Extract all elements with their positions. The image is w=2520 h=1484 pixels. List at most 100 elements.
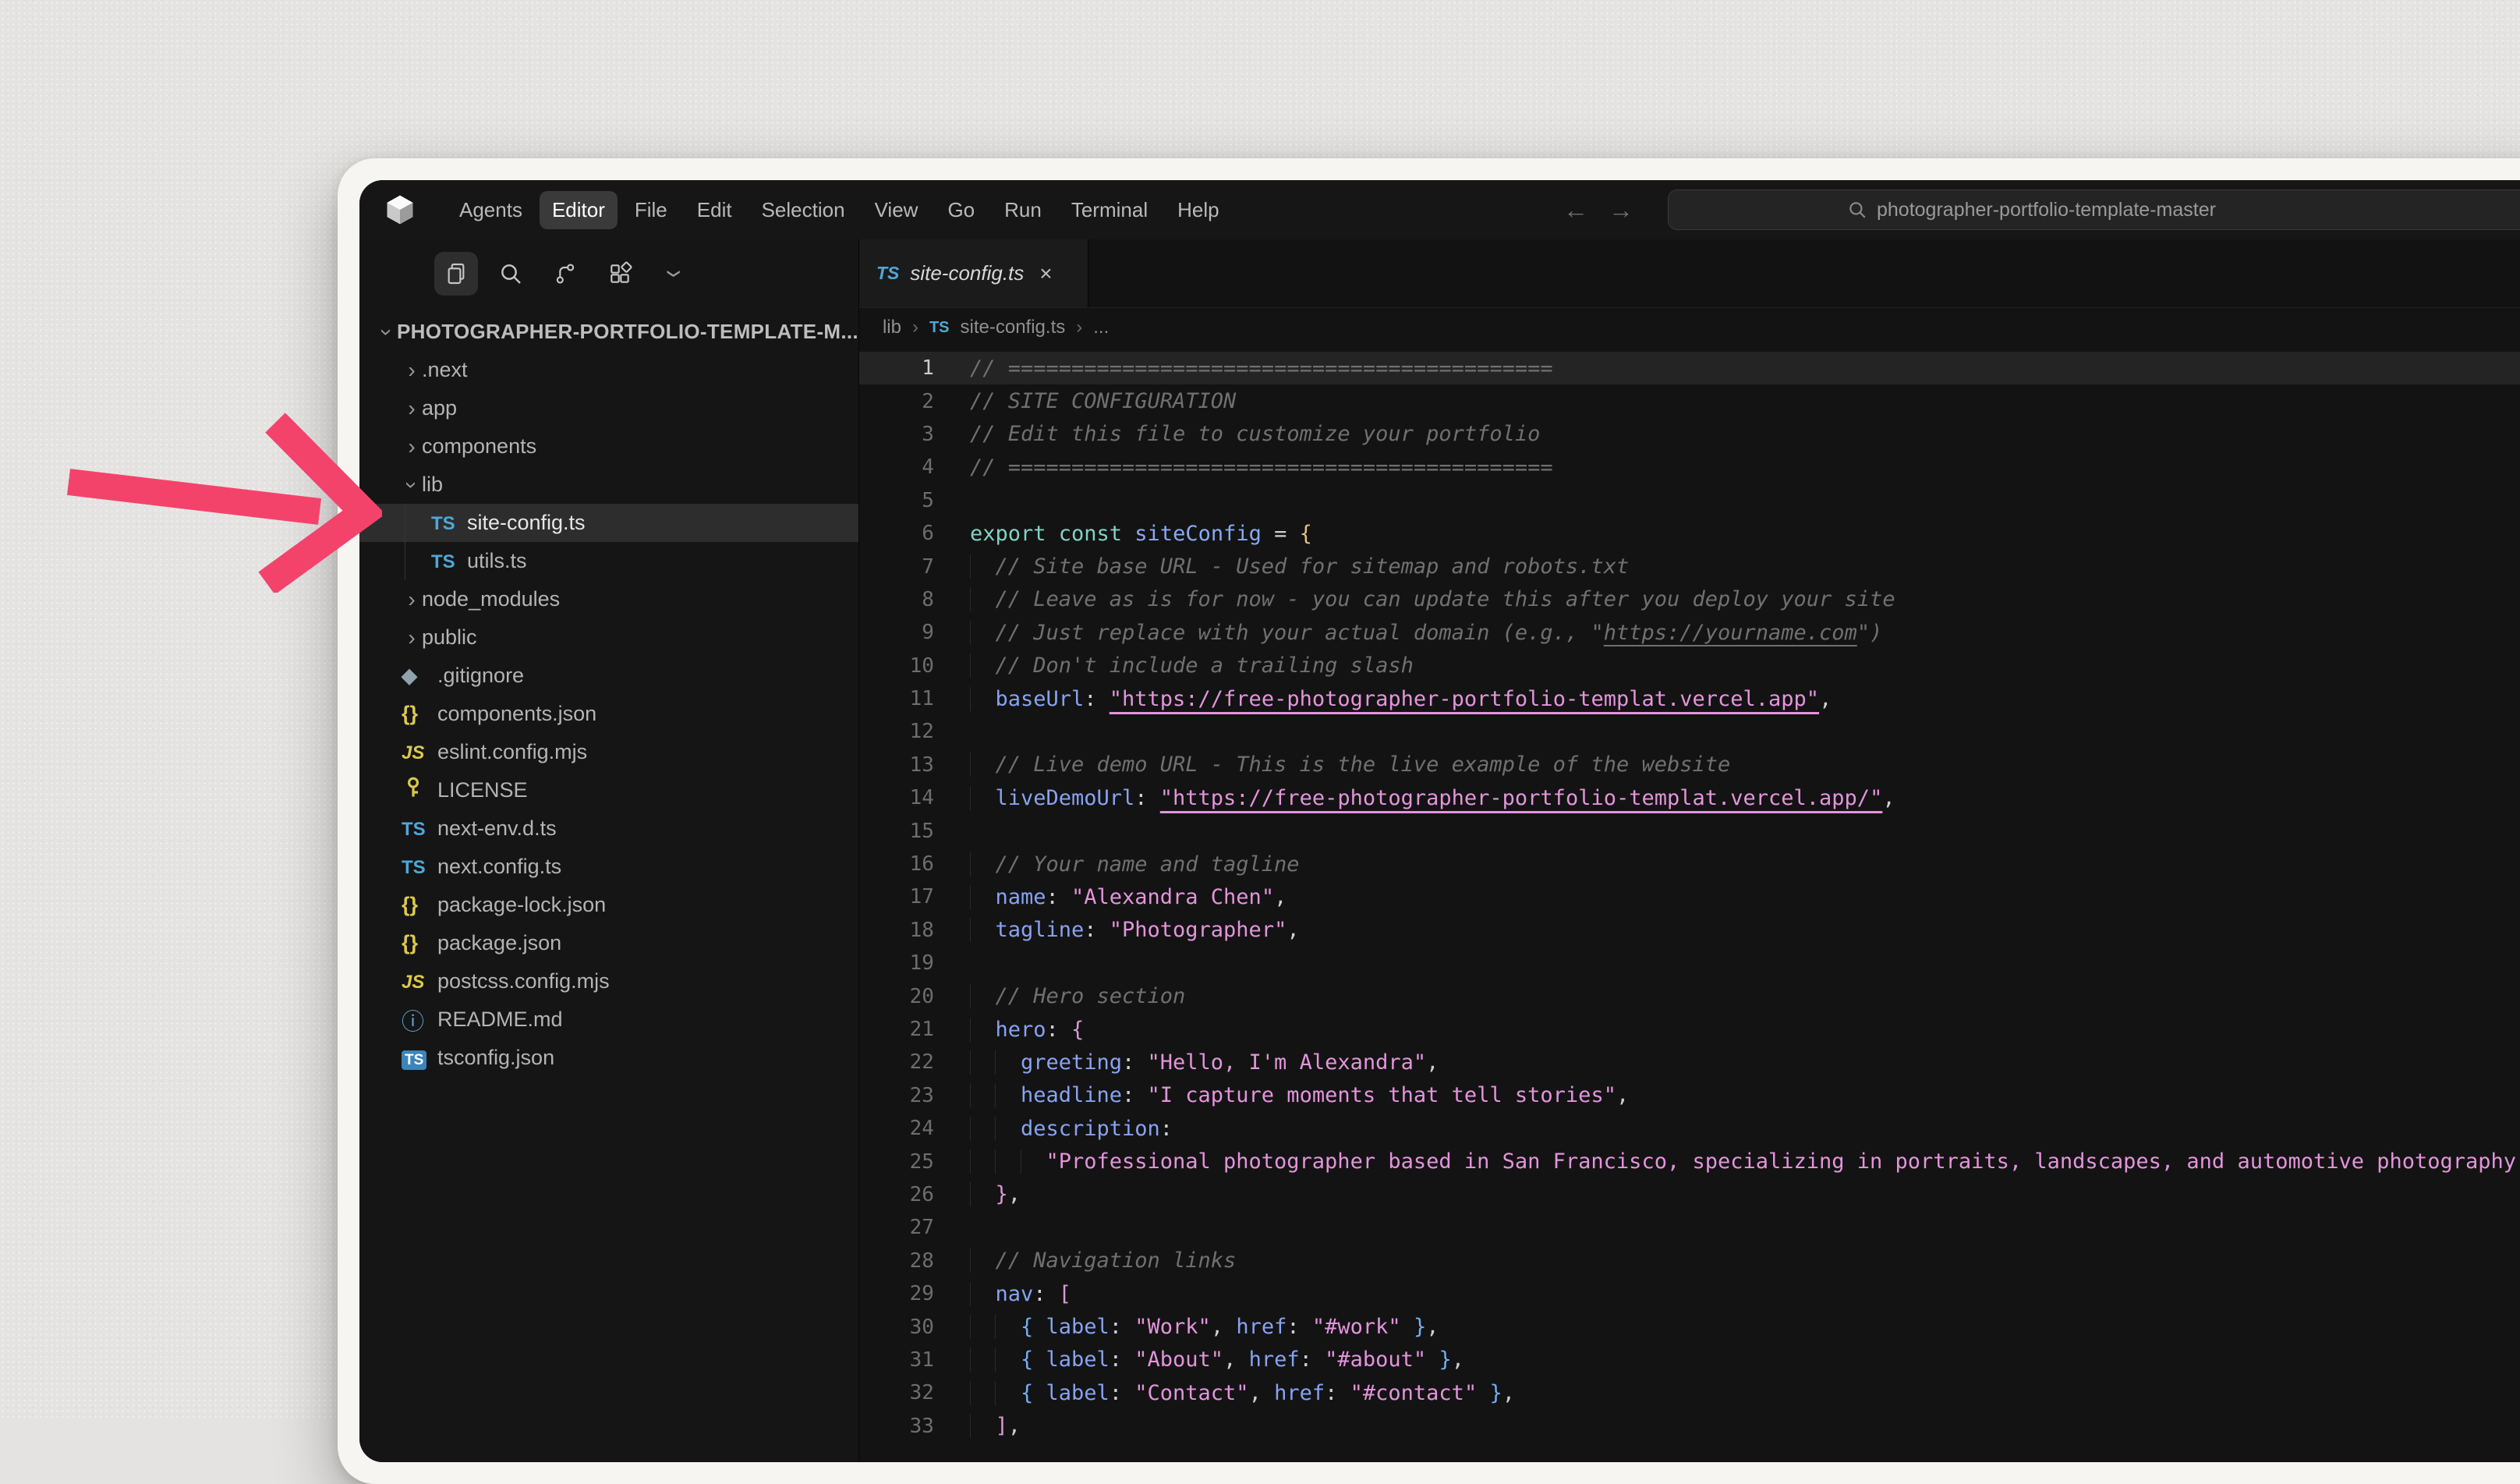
- code-line-15[interactable]: 15: [859, 814, 2520, 847]
- folder-.next[interactable]: › .next: [359, 351, 858, 389]
- file-utils.ts[interactable]: TS utils.ts: [359, 542, 858, 580]
- file-label: eslint.config.mjs: [437, 740, 588, 763]
- close-tab-icon[interactable]: ×: [1039, 261, 1052, 286]
- forward-arrow-icon[interactable]: →: [1609, 196, 1633, 225]
- command-search[interactable]: [1668, 189, 2520, 230]
- line-content: nav: [: [934, 1281, 1071, 1306]
- ts-file-icon: TS: [431, 551, 455, 572]
- code-line-1[interactable]: 1 // ====================================…: [858, 352, 2520, 385]
- code-line-32[interactable]: 32{ label: "Contact", href: "#contact" }…: [859, 1376, 2520, 1409]
- chevron-down-icon[interactable]: ›: [653, 252, 696, 296]
- explorer-icon[interactable]: [434, 252, 478, 296]
- code-line-11[interactable]: 11 baseUrl: "https://free-photographer-po…: [859, 682, 2520, 715]
- folder-lib[interactable]: › lib: [359, 466, 858, 504]
- code-line-10[interactable]: 10 // Don't include a trailing slash: [859, 650, 2520, 682]
- menu-file[interactable]: File: [622, 191, 680, 229]
- line-content: // Hero section: [934, 984, 1185, 1009]
- chevron-icon: ›: [408, 395, 416, 420]
- code-line-8[interactable]: 8 // Leave as is for now - you can update…: [859, 583, 2520, 616]
- indent-guide: [969, 1248, 996, 1273]
- menu-go[interactable]: Go: [935, 191, 987, 229]
- file-.gitignore[interactable]: ◆ .gitignore: [359, 657, 858, 695]
- file-tsconfig.json[interactable]: TS tsconfig.json: [359, 1039, 858, 1077]
- file-label: next.config.ts: [437, 855, 562, 878]
- file-next.config.ts[interactable]: TS next.config.ts: [359, 848, 858, 886]
- code-line-30[interactable]: 30{ label: "Work", href: "#work" },: [859, 1310, 2520, 1343]
- breadcrumb-item[interactable]: ...: [1093, 317, 1109, 338]
- indent-guide: [969, 653, 996, 678]
- file-package.json[interactable]: {} package.json: [359, 924, 858, 962]
- file-next-env.d.ts[interactable]: TS next-env.d.ts: [359, 809, 858, 848]
- code-line-20[interactable]: 20 // Hero section: [859, 979, 2520, 1012]
- file-package-lock.json[interactable]: {} package-lock.json: [359, 886, 858, 924]
- menu-edit[interactable]: Edit: [685, 191, 745, 229]
- indent-guide: [969, 1182, 996, 1207]
- activity-bar: ›: [359, 239, 858, 308]
- code-line-13[interactable]: 13 // Live demo URL - This is the live ex…: [859, 749, 2520, 781]
- code-line-7[interactable]: 7 // Site base URL - Used for sitemap and…: [859, 550, 2520, 583]
- code-line-18[interactable]: 18 tagline: "Photographer",: [859, 914, 2520, 947]
- search-icon[interactable]: [489, 252, 533, 296]
- code-line-6[interactable]: 6 export const siteConfig = {: [859, 517, 2520, 550]
- code-line-2[interactable]: 2 // SITE CONFIGURATION: [859, 384, 2520, 417]
- code-line-5[interactable]: 5: [859, 484, 2520, 517]
- code-line-29[interactable]: 29 nav: [: [859, 1277, 2520, 1310]
- code-line-16[interactable]: 16 // Your name and tagline: [859, 848, 2520, 880]
- code-line-19[interactable]: 19: [859, 947, 2520, 979]
- indent-guide: [969, 852, 996, 877]
- title-bar: Agents Editor File Edit Selection View Go Run Te…: [359, 180, 2520, 239]
- file-components.json[interactable]: {} components.json: [359, 695, 858, 733]
- menu-view[interactable]: View: [862, 191, 931, 229]
- code-line-26[interactable]: 26},: [859, 1178, 2520, 1211]
- code-line-25[interactable]: 25 "Professional photographer based in Sa…: [859, 1145, 2520, 1178]
- file-license[interactable]: LICENSE: [359, 771, 858, 809]
- code-line-22[interactable]: 22 greeting: "Hello, I'm Alexandra",: [859, 1046, 2520, 1078]
- source-control-icon[interactable]: [543, 252, 587, 296]
- code-line-21[interactable]: 21 hero: {: [859, 1013, 2520, 1046]
- file-site-config.ts[interactable]: TS site-config.ts: [359, 504, 858, 542]
- search-input[interactable]: [1877, 198, 2360, 221]
- menu-terminal[interactable]: Terminal: [1059, 191, 1160, 229]
- file-label: LICENSE: [437, 778, 528, 802]
- code-line-27[interactable]: 27: [859, 1211, 2520, 1244]
- file-readme.md[interactable]: ⓘ README.md: [359, 1001, 858, 1039]
- code-token: baseUrl: [995, 686, 1085, 711]
- folder-app[interactable]: › app: [359, 389, 858, 427]
- cursor-logo-icon: [387, 195, 413, 225]
- code-token: // =====================================…: [969, 356, 1553, 381]
- folder-public[interactable]: › public: [359, 618, 858, 657]
- file-label: lib: [422, 473, 444, 496]
- code-line-12[interactable]: 12: [859, 715, 2520, 748]
- tsconfig-file-icon: TS: [402, 1046, 437, 1070]
- menu-run[interactable]: Run: [992, 191, 1054, 229]
- back-arrow-icon[interactable]: ←: [1563, 196, 1588, 225]
- code-line-4[interactable]: 4 // ====================================…: [859, 451, 2520, 483]
- menu-editor[interactable]: Editor: [539, 190, 618, 229]
- file-eslint.config.mjs[interactable]: JS eslint.config.mjs: [359, 733, 858, 771]
- folder-root[interactable]: › PHOTOGRAPHER-PORTFOLIO-TEMPLATE-M...: [359, 313, 858, 351]
- breadcrumb-item[interactable]: lib: [883, 317, 901, 338]
- tab-site-config[interactable]: TS site-config.ts ×: [858, 239, 1088, 307]
- folder-components[interactable]: › components: [359, 427, 858, 466]
- code-token: "#about": [1325, 1348, 1427, 1372]
- code-line-33[interactable]: 33],: [859, 1410, 2520, 1443]
- extensions-icon[interactable]: [598, 252, 642, 296]
- code-line-23[interactable]: 23 headline: "I capture moments that tell…: [859, 1079, 2520, 1112]
- menu-selection[interactable]: Selection: [749, 191, 858, 229]
- breadcrumb-item[interactable]: site-config.ts: [961, 317, 1066, 338]
- line-number: 24: [909, 1117, 934, 1141]
- code-line-14[interactable]: 14 liveDemoUrl: "https://free-photographe…: [859, 781, 2520, 814]
- code-line-3[interactable]: 3 // Edit this file to customize your por…: [859, 418, 2520, 451]
- folder-node-modules[interactable]: › node_modules: [359, 580, 858, 618]
- code-line-31[interactable]: 31{ label: "About", href: "#about" },: [859, 1344, 2520, 1376]
- indent-guide: [969, 753, 996, 777]
- code-line-24[interactable]: 24 description:: [859, 1112, 2520, 1145]
- code-line-9[interactable]: 9 // Just replace with your actual domain…: [859, 616, 2520, 649]
- menu-help[interactable]: Help: [1165, 191, 1231, 229]
- code-line-28[interactable]: 28 // Navigation links: [859, 1245, 2520, 1277]
- file-postcss.config.mjs[interactable]: JS postcss.config.mjs: [359, 962, 858, 1001]
- code-editor[interactable]: 1 // ====================================…: [858, 347, 2520, 1462]
- menu-agents[interactable]: Agents: [447, 191, 535, 229]
- code-line-17[interactable]: 17 name: "Alexandra Chen",: [859, 880, 2520, 913]
